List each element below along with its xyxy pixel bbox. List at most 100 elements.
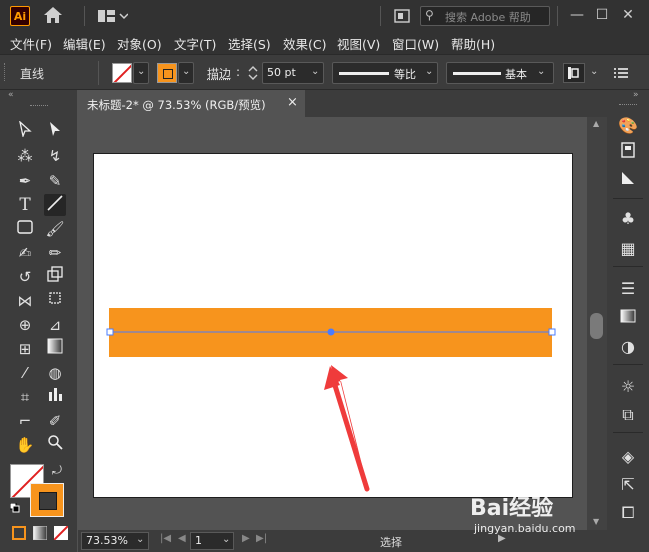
artboard-tool-icon[interactable]: ⌐	[14, 410, 36, 432]
document-tab[interactable]: 未标题-2* @ 73.53% (RGB/预览) ×	[78, 90, 305, 117]
libraries-icon[interactable]	[613, 140, 643, 166]
grip-handle[interactable]	[4, 63, 8, 81]
symbol-sprayer-tool-icon[interactable]: ⌗	[14, 386, 36, 408]
home-icon[interactable]	[43, 6, 63, 29]
artboards-icon[interactable]: ⧠	[613, 500, 643, 526]
swatches-icon[interactable]: ▦	[613, 236, 643, 262]
direct-selection-tool-icon[interactable]	[44, 121, 66, 143]
rectangle-tool-icon[interactable]	[14, 218, 36, 240]
divider	[84, 6, 85, 26]
watermark-url: jingyan.baidu.com	[474, 522, 576, 535]
stroke-color-swatch[interactable]	[30, 483, 64, 517]
profile-preview	[339, 72, 389, 75]
profile-label: 等比	[394, 68, 416, 81]
perspective-grid-tool-icon[interactable]: ⊿	[44, 314, 66, 336]
stroke-swatch[interactable]	[157, 63, 177, 83]
fill-dropdown[interactable]: ⌄	[133, 62, 149, 84]
close-tab-icon[interactable]: ×	[287, 95, 298, 110]
hand-tool-icon[interactable]: ✋	[14, 434, 36, 456]
fill-none-swatch[interactable]	[112, 63, 132, 83]
prev-page-icon[interactable]: ◀	[178, 533, 186, 544]
close-window-button[interactable]: ✕	[616, 4, 640, 26]
column-graph-tool-icon[interactable]	[44, 386, 66, 408]
transparency-icon[interactable]: ◑	[613, 334, 643, 360]
minimize-button[interactable]: —	[565, 4, 589, 26]
line-segment-tool-icon[interactable]	[44, 194, 66, 216]
shaper-tool-icon[interactable]: ✍	[14, 242, 36, 264]
stroke-weight-field[interactable]: 50 pt ⌄	[262, 62, 324, 84]
menu-edit[interactable]: 编辑(E)	[63, 34, 106, 53]
export-icon[interactable]: ⇱	[613, 472, 643, 498]
graphic-styles-icon[interactable]: ⧉	[613, 402, 643, 428]
stroke-label[interactable]: 描边	[207, 65, 231, 82]
magic-wand-tool-icon[interactable]: ⁂	[14, 145, 36, 167]
menu-window[interactable]: 窗口(W)	[392, 34, 439, 53]
gradient-panel-icon[interactable]	[613, 305, 643, 331]
arrange-documents-icon[interactable]	[98, 8, 129, 27]
variable-width-profile-dropdown[interactable]: 等比 ⌄	[332, 62, 438, 84]
color-guide-icon[interactable]	[613, 168, 643, 194]
layers-icon[interactable]: ◈	[613, 444, 643, 470]
color-mode-icon[interactable]	[12, 526, 26, 540]
menu-select[interactable]: 选择(S)	[228, 34, 271, 53]
zoom-field[interactable]: 73.53% ⌄	[81, 532, 149, 550]
stroke-panel-icon[interactable]: ☰	[613, 276, 643, 302]
curvature-tool-icon[interactable]: ✎	[44, 170, 66, 192]
default-colors-icon[interactable]	[9, 502, 20, 513]
selection-tool-icon[interactable]	[14, 120, 36, 143]
lasso-tool-icon[interactable]: ↯	[44, 145, 66, 167]
blend-tool-icon[interactable]: ◍	[44, 362, 66, 384]
anchor-point-left[interactable]	[106, 328, 114, 336]
pen-tool-icon[interactable]: ✒	[14, 170, 36, 192]
eyedropper-tool-icon[interactable]: ⁄	[14, 362, 36, 384]
gradient-tool-icon[interactable]	[44, 338, 66, 360]
swap-colors-icon[interactable]: ⤾	[52, 463, 62, 478]
divider	[613, 432, 643, 433]
scale-tool-icon[interactable]	[44, 266, 66, 288]
help-search-input[interactable]: ⚲ 搜索 Adobe 帮助	[420, 6, 550, 26]
grip-handle	[619, 104, 637, 107]
expand-panels-icon[interactable]: »	[633, 90, 639, 100]
next-page-icon[interactable]: ▶	[242, 533, 250, 544]
pencil-tool-icon[interactable]: ✏	[44, 242, 66, 264]
brush-definition-dropdown[interactable]: 基本 ⌄	[446, 62, 554, 84]
chevron-down-icon[interactable]: ⌄	[590, 66, 598, 77]
menu-file[interactable]: 文件(F)	[10, 34, 52, 53]
stroke-dropdown[interactable]: ⌄	[178, 62, 194, 84]
scroll-up-icon[interactable]: ▲	[593, 119, 599, 128]
rotate-tool-icon[interactable]: ↺	[14, 266, 36, 288]
first-page-icon[interactable]: |◀	[160, 533, 171, 544]
shape-builder-tool-icon[interactable]: ⊕	[14, 314, 36, 336]
free-transform-tool-icon[interactable]	[44, 290, 66, 312]
color-palette-icon[interactable]: 🎨	[613, 113, 643, 139]
menu-help[interactable]: 帮助(H)	[451, 34, 495, 53]
page-field[interactable]: 1 ⌄	[190, 532, 234, 550]
none-mode-icon[interactable]	[54, 526, 68, 540]
paintbrush-tool-icon[interactable]: 🖌	[44, 218, 66, 240]
scroll-thumb[interactable]	[590, 313, 603, 339]
menu-type[interactable]: 文字(T)	[174, 34, 216, 53]
maximize-button[interactable]: ☐	[590, 4, 614, 26]
collapse-panel-icon[interactable]: «	[8, 90, 14, 100]
menu-effect[interactable]: 效果(C)	[283, 34, 326, 53]
align-stroke-button[interactable]	[563, 63, 585, 83]
anchor-point-right[interactable]	[548, 328, 556, 336]
menu-object[interactable]: 对象(O)	[117, 34, 162, 53]
menu-list-icon[interactable]	[614, 67, 628, 82]
workspace-icon[interactable]	[394, 9, 410, 26]
symbols-icon[interactable]: ♣	[613, 206, 643, 232]
stroke-stepper[interactable]	[246, 63, 260, 83]
width-tool-icon[interactable]: ⋈	[14, 290, 36, 312]
appearance-icon[interactable]: ☼	[613, 374, 643, 400]
mesh-tool-icon[interactable]: ⊞	[14, 338, 36, 360]
center-point[interactable]	[327, 328, 335, 336]
gradient-mode-icon[interactable]	[32, 525, 48, 541]
grip-handle[interactable]	[30, 105, 48, 108]
zoom-tool-icon[interactable]	[44, 434, 66, 456]
watermark-text: Bai经验	[470, 496, 554, 521]
vertical-scrollbar[interactable]: ▲ ▼	[587, 117, 607, 530]
type-tool-icon[interactable]: T	[14, 194, 36, 216]
menu-view[interactable]: 视图(V)	[337, 34, 380, 53]
last-page-icon[interactable]: ▶|	[256, 533, 267, 544]
slice-tool-icon[interactable]: ✐	[44, 410, 66, 432]
